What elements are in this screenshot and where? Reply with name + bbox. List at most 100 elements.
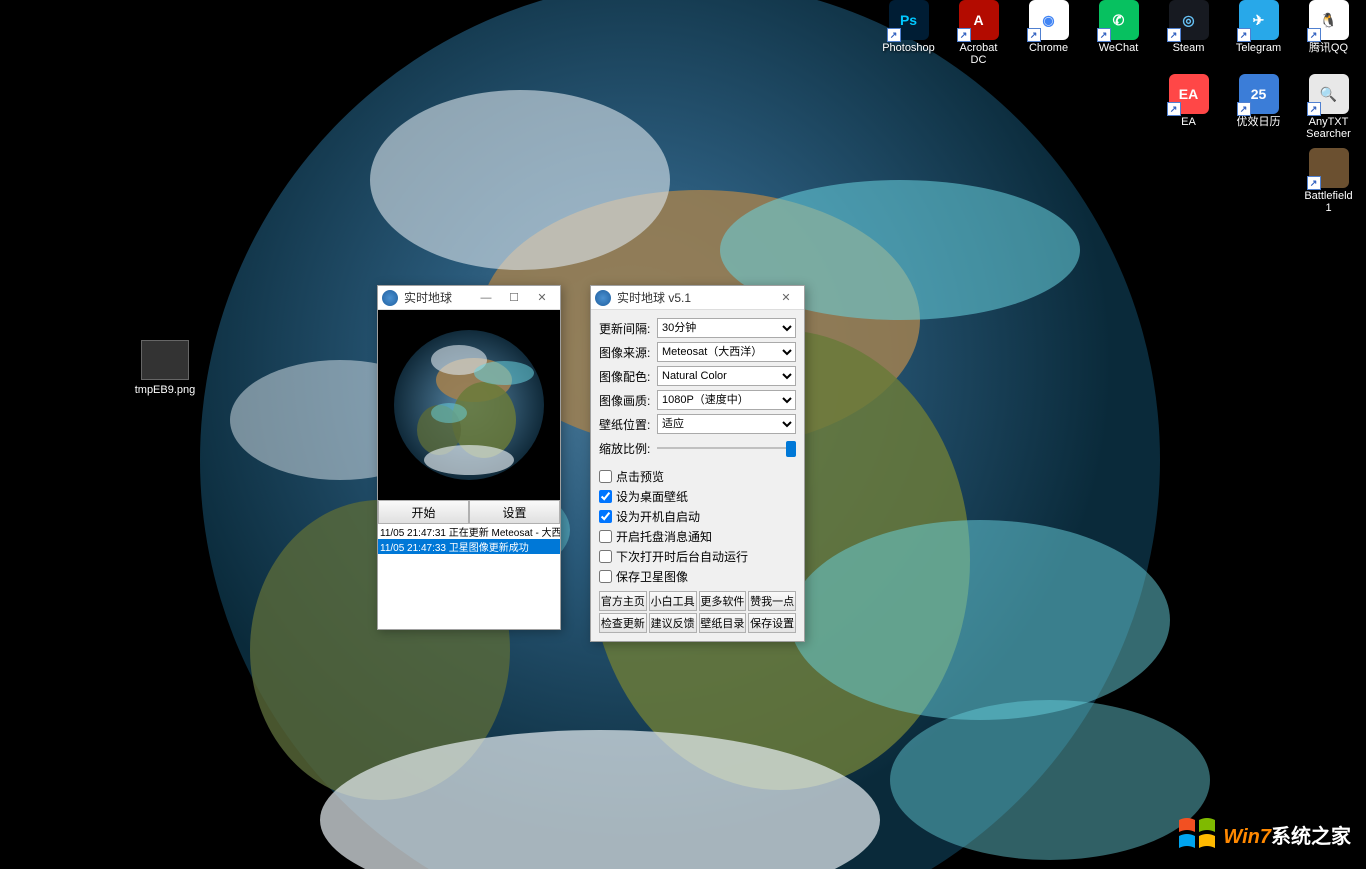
checkbox[interactable] — [599, 510, 612, 523]
earth-preview — [378, 310, 560, 500]
checkbox[interactable] — [599, 570, 612, 583]
color-scheme-select[interactable]: Natural Color — [657, 366, 796, 386]
app-icon: ↗ — [1309, 148, 1349, 188]
titlebar[interactable]: 实时地球 v5.1 ✕ — [591, 286, 804, 310]
image-quality-select[interactable]: 1080P（速度中） — [657, 390, 796, 410]
file-thumbnail — [141, 340, 189, 380]
app-icon: EA↗ — [1169, 74, 1209, 114]
log-row[interactable]: 11/05 21:47:31 正在更新 Meteosat - 大西洋 — [378, 524, 560, 539]
settings-window: 实时地球 v5.1 ✕ 更新间隔: 30分钟 图像来源: Meteosat（大西… — [590, 285, 805, 642]
action-button-小白工具[interactable]: 小白工具 — [649, 591, 697, 611]
checkbox[interactable] — [599, 490, 612, 503]
maximize-button[interactable]: ☐ — [500, 288, 528, 308]
desktop-icon-chrome[interactable]: ◉↗ Chrome — [1021, 0, 1076, 66]
app-icon: ◉↗ — [1029, 0, 1069, 40]
desktop-icon-ea[interactable]: EA↗ EA — [1161, 74, 1216, 140]
image-source-select[interactable]: Meteosat（大西洋） — [657, 342, 796, 362]
shortcut-arrow-icon: ↗ — [1307, 28, 1321, 42]
icon-label: Photoshop — [882, 42, 935, 54]
checkbox-label: 下次打开时后台自动运行 — [616, 548, 748, 565]
icon-label: 腾讯QQ — [1309, 42, 1348, 54]
shortcut-arrow-icon: ↗ — [1167, 28, 1181, 42]
shortcut-arrow-icon: ↗ — [887, 28, 901, 42]
desktop-icon-腾讯qq[interactable]: 🐧↗ 腾讯QQ — [1301, 0, 1356, 66]
zoom-ratio-slider[interactable] — [657, 438, 796, 458]
app-icon: 25↗ — [1239, 74, 1279, 114]
start-button[interactable]: 开始 — [378, 500, 469, 524]
app-icon: 🐧↗ — [1309, 0, 1349, 40]
icon-label: AnyTXT Searcher — [1301, 116, 1356, 140]
icon-label: Battlefield 1 — [1301, 190, 1356, 214]
desktop-icon-wechat[interactable]: ✆↗WeChat — [1091, 0, 1146, 66]
action-button-更多软件[interactable]: 更多软件 — [699, 591, 747, 611]
log-area: 11/05 21:47:31 正在更新 Meteosat - 大西洋11/05 … — [378, 524, 560, 629]
color-scheme-label: 图像配色: — [599, 368, 657, 385]
checkbox-label: 设为桌面壁纸 — [616, 488, 688, 505]
desktop-icon-telegram[interactable]: ✈↗ Telegram — [1231, 0, 1286, 66]
image-quality-label: 图像画质: — [599, 392, 657, 409]
settings-button[interactable]: 设置 — [469, 500, 560, 524]
wallpaper-pos-label: 壁纸位置: — [599, 416, 657, 433]
icon-label: EA — [1181, 116, 1196, 128]
action-button-检查更新[interactable]: 检查更新 — [599, 613, 647, 633]
checkbox[interactable] — [599, 530, 612, 543]
action-button-建议反馈[interactable]: 建议反馈 — [649, 613, 697, 633]
action-button-赞我一点[interactable]: 赞我一点 — [748, 591, 796, 611]
checkbox-row[interactable]: 设为开机自启动 — [599, 508, 796, 525]
checkbox-row[interactable]: 开启托盘消息通知 — [599, 528, 796, 545]
icon-label: Acrobat DC — [951, 42, 1006, 66]
app-icon: ◎↗ — [1169, 0, 1209, 40]
file-label: tmpEB9.png — [135, 384, 196, 396]
shortcut-arrow-icon: ↗ — [1237, 28, 1251, 42]
checkbox-label: 保存卫星图像 — [616, 568, 688, 585]
checkbox-row[interactable]: 下次打开时后台自动运行 — [599, 548, 796, 565]
windows-logo-icon — [1177, 814, 1217, 854]
icon-label: Steam — [1173, 42, 1205, 54]
desktop-icon-优效日历[interactable]: 25↗ 优效日历 — [1231, 74, 1286, 140]
app-icon: ✈↗ — [1239, 0, 1279, 40]
checkbox-row[interactable]: 保存卫星图像 — [599, 568, 796, 585]
wallpaper-pos-select[interactable]: 适应 — [657, 414, 796, 434]
action-button-壁纸目录[interactable]: 壁纸目录 — [699, 613, 747, 633]
checkbox-label: 设为开机自启动 — [616, 508, 700, 525]
checkbox-label: 点击预览 — [616, 468, 664, 485]
titlebar[interactable]: 实时地球 — ☐ ✕ — [378, 286, 560, 310]
icon-label: Telegram — [1236, 42, 1281, 54]
shortcut-arrow-icon: ↗ — [1307, 176, 1321, 190]
desktop-icon-photoshop[interactable]: Ps↗ Photoshop — [881, 0, 936, 66]
shortcut-arrow-icon: ↗ — [1167, 102, 1181, 116]
watermark-suffix: 系统之家 — [1271, 826, 1351, 848]
window-title: 实时地球 — [404, 289, 472, 306]
log-row[interactable]: 11/05 21:47:33 卫星图像更新成功 — [378, 539, 560, 554]
checkbox-label: 开启托盘消息通知 — [616, 528, 712, 545]
icon-label: WeChat — [1099, 42, 1139, 54]
desktop-icons-area: Ps↗ Photoshop A↗Acrobat DC ◉↗ Chrome ✆↗WeChat… — [881, 0, 1356, 215]
update-interval-label: 更新间隔: — [599, 320, 657, 337]
shortcut-arrow-icon: ↗ — [1097, 28, 1111, 42]
realtime-earth-window: 实时地球 — ☐ ✕ 开始 设置 11/05 21:47:31 正在更新 Met… — [377, 285, 561, 630]
checkbox[interactable] — [599, 470, 612, 483]
action-button-官方主页[interactable]: 官方主页 — [599, 591, 647, 611]
icon-label: 优效日历 — [1237, 116, 1281, 128]
app-icon: A↗ — [959, 0, 999, 40]
app-icon — [595, 290, 611, 306]
desktop-icon-anytxt-searcher[interactable]: 🔍↗AnyTXT Searcher — [1301, 74, 1356, 140]
close-button[interactable]: ✕ — [528, 288, 556, 308]
watermark: Win7系统之家 — [1177, 814, 1351, 854]
shortcut-arrow-icon: ↗ — [957, 28, 971, 42]
minimize-button[interactable]: — — [472, 288, 500, 308]
close-button[interactable]: ✕ — [772, 288, 800, 308]
app-icon: Ps↗ — [889, 0, 929, 40]
window-title: 实时地球 v5.1 — [617, 289, 772, 306]
checkbox[interactable] — [599, 550, 612, 563]
update-interval-select[interactable]: 30分钟 — [657, 318, 796, 338]
app-icon: 🔍↗ — [1309, 74, 1349, 114]
desktop-icon-battlefield-1[interactable]: ↗Battlefield 1 — [1301, 148, 1356, 214]
desktop-file-tmpeb9[interactable]: tmpEB9.png — [130, 340, 200, 396]
desktop-icon-acrobat-dc[interactable]: A↗Acrobat DC — [951, 0, 1006, 66]
action-button-保存设置[interactable]: 保存设置 — [748, 613, 796, 633]
desktop-icon-steam[interactable]: ◎↗ Steam — [1161, 0, 1216, 66]
checkbox-row[interactable]: 设为桌面壁纸 — [599, 488, 796, 505]
checkbox-row[interactable]: 点击预览 — [599, 468, 796, 485]
icon-label: Chrome — [1029, 42, 1068, 54]
